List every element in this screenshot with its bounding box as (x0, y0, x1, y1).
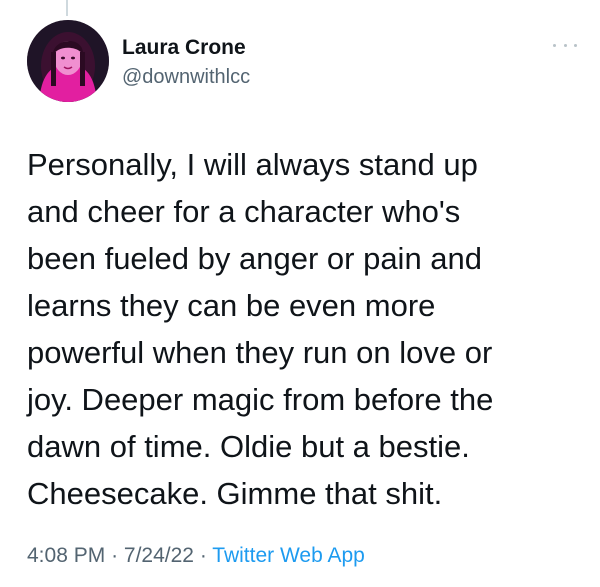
tweet-text-line: joy. Deeper magic from before the (27, 382, 494, 417)
tweet-text-line: and cheer for a character who's (27, 194, 461, 229)
meta-separator: · (111, 544, 119, 567)
tweet-source-link[interactable]: Twitter Web App (212, 544, 365, 567)
thread-connector-line (66, 0, 68, 16)
meta-separator: · (199, 544, 207, 567)
tweet-meta: 4:08 PM · 7/24/22 · Twitter Web App (27, 544, 365, 568)
tweet-text-line: Personally, I will always stand up (27, 147, 478, 182)
more-horizontal-icon (553, 43, 556, 47)
tweet-text-line: dawn of time. Oldie but a bestie. (27, 429, 470, 464)
author-handle[interactable]: @downwithlcc (122, 66, 250, 89)
tweet-text-line: learns they can be even more (27, 288, 436, 323)
tweet-text-line: Cheesecake. Gimme that shit. (27, 476, 443, 511)
more-horizontal-icon-dot (563, 43, 567, 47)
avatar-image (27, 20, 109, 102)
tweet-time[interactable]: 4:08 PM (27, 544, 105, 567)
more-horizontal-icon-dot (574, 43, 577, 47)
tweet-text-line: powerful when they run on love or (27, 335, 493, 370)
tweet-text: Personally, I will always stand up and c… (27, 141, 587, 517)
avatar[interactable] (27, 20, 109, 102)
author-display-name[interactable]: Laura Crone (122, 36, 246, 60)
more-options-button[interactable] (553, 38, 577, 52)
tweet-date[interactable]: 7/24/22 (124, 544, 194, 567)
tweet-text-line: been fueled by anger or pain and (27, 241, 483, 276)
